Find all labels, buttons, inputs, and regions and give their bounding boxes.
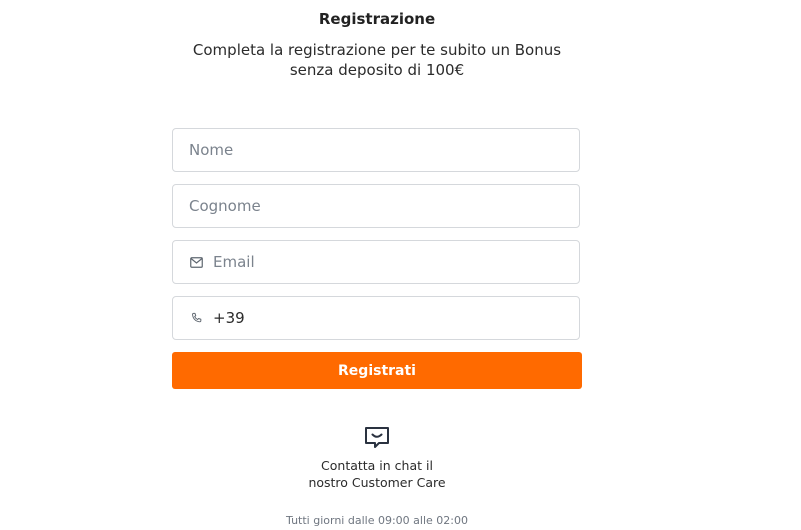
page-title: Registrazione xyxy=(318,10,436,28)
nome-field[interactable] xyxy=(172,128,580,172)
phone-icon xyxy=(189,311,203,325)
cognome-field[interactable] xyxy=(172,184,580,228)
chat-icon[interactable] xyxy=(364,426,390,450)
nome-input[interactable] xyxy=(189,130,579,170)
phone-field[interactable] xyxy=(172,296,580,340)
chat-support-text[interactable]: Contatta in chat il nostro Customer Care xyxy=(277,457,477,491)
phone-input[interactable] xyxy=(213,298,579,338)
email-input[interactable] xyxy=(213,242,579,282)
mail-icon xyxy=(189,255,203,269)
support-hours: Tutti giorni dalle 09:00 alle 02:00 xyxy=(286,514,468,527)
cognome-input[interactable] xyxy=(189,186,579,226)
chat-support-line1: Contatta in chat il xyxy=(321,458,433,473)
email-field[interactable] xyxy=(172,240,580,284)
chat-support-line2: nostro Customer Care xyxy=(308,475,446,490)
register-button[interactable]: Registrati xyxy=(172,352,582,389)
page-subtitle: Completa la registrazione per te subito … xyxy=(192,41,562,79)
